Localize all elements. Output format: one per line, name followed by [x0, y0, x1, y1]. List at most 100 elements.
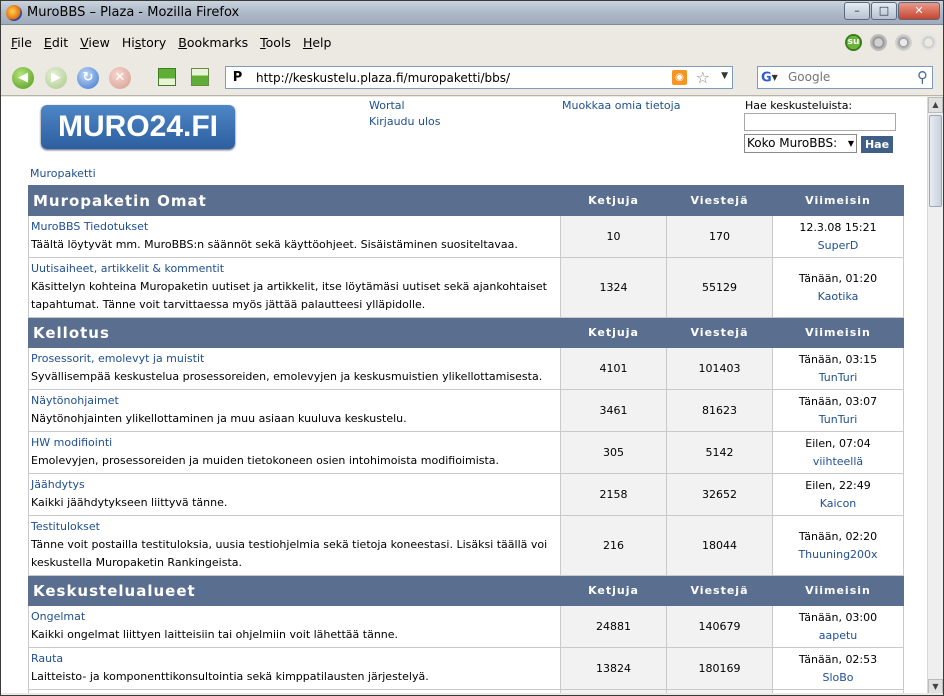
- vertical-scrollbar[interactable]: ▲ ▼: [927, 97, 943, 695]
- gear-icon[interactable]: [870, 34, 887, 51]
- section-header: Kellotus Ketjuja Viestejä Viimeisin: [28, 317, 904, 348]
- last-post: Eilen, 07:04 viihteellä: [772, 431, 904, 474]
- bookmark-star-icon[interactable]: ☆: [696, 68, 710, 87]
- last-post-user[interactable]: TunTuri: [819, 371, 858, 384]
- post-count: 32652: [666, 473, 773, 516]
- stumbleupon-icon[interactable]: su: [845, 34, 862, 51]
- search-submit-button[interactable]: Hae: [861, 136, 893, 153]
- menu-tools[interactable]: Tools: [254, 35, 297, 50]
- rss-feed-icon[interactable]: ◉: [672, 70, 687, 85]
- post-count: 140679: [666, 605, 773, 648]
- forward-button[interactable]: ▶: [45, 67, 67, 89]
- post-count: 101403: [666, 347, 773, 390]
- forum-link[interactable]: Testitulokset: [31, 520, 100, 533]
- forum-row: Rauta Laitteisto- ja komponenttikonsultoi…: [28, 647, 904, 690]
- page-content: MURO24.FI Wortal Kirjaudu ulos Muokkaa o…: [1, 97, 943, 695]
- post-count: 55129: [666, 257, 773, 318]
- reload-button[interactable]: ↻: [77, 67, 99, 89]
- section-title: Muropaketin Omat: [28, 185, 561, 216]
- menu-history[interactable]: History: [116, 35, 172, 50]
- back-button[interactable]: ◀: [12, 67, 34, 89]
- menu-view[interactable]: View: [74, 35, 116, 50]
- forum-description: Täältä löytyvät mm. MuroBBS:n säännöt se…: [31, 238, 518, 251]
- forum-description: Käsittelyn kohteina Muropaketin uutiset …: [31, 280, 547, 311]
- search-bar[interactable]: G▼ ⚲: [757, 66, 933, 89]
- minimize-button[interactable]: –: [844, 2, 870, 20]
- forum-link[interactable]: Rauta: [31, 652, 63, 665]
- last-post-user[interactable]: Thuuning200x: [798, 548, 877, 561]
- post-count: 81623: [666, 389, 773, 432]
- last-post-user[interactable]: aapetu: [819, 629, 858, 642]
- forum-cell: Rauta Laitteisto- ja komponenttikonsultoi…: [28, 647, 561, 690]
- column-header-threads: Ketjuja: [560, 185, 667, 216]
- menu-bookmarks[interactable]: Bookmarks: [172, 35, 254, 50]
- url-text[interactable]: http://keskustelu.plaza.fi/muropaketti/b…: [256, 71, 510, 85]
- maximize-button[interactable]: □: [871, 2, 897, 20]
- firefox-icon: [6, 5, 22, 21]
- navigation-toolbar: ◀ ▶ ↻ ✕ P http://keskustelu.plaza.fi/mur…: [1, 60, 943, 96]
- forum-search-input[interactable]: [744, 113, 896, 131]
- last-post-user[interactable]: SuperD: [818, 239, 859, 252]
- menu-help[interactable]: Help: [297, 35, 338, 50]
- last-post: Tänään, 03:15 TunTuri: [772, 347, 904, 390]
- last-post-user[interactable]: Kaicon: [820, 497, 857, 510]
- breadcrumb-link[interactable]: Muropaketti: [30, 167, 96, 180]
- forum-description: Kaikki ongelmat liittyen laitteisiin tai…: [31, 628, 399, 641]
- last-post: Tänään, 03:00 aapetu: [772, 605, 904, 648]
- last-post-time: 12.3.08 15:21: [799, 220, 877, 234]
- forum-description: Näytönohjainten ylikellottaminen ja muu …: [31, 412, 407, 425]
- forum-link[interactable]: Prosessorit, emolevyt ja muistit: [31, 352, 204, 365]
- forum-link[interactable]: Näytönohjaimet: [31, 394, 119, 407]
- forum-link[interactable]: HW modifiointi: [31, 436, 112, 449]
- column-header-latest: Viimeisin: [772, 575, 904, 606]
- site-logo[interactable]: MURO24.FI: [41, 105, 235, 149]
- header-links-1: Wortal Kirjaudu ulos: [369, 98, 441, 130]
- menu-edit[interactable]: Edit: [38, 35, 74, 50]
- post-count: 18044: [666, 515, 773, 576]
- forum-link[interactable]: Jäähdytys: [31, 478, 85, 491]
- column-header-threads: Ketjuja: [560, 317, 667, 348]
- google-engine-icon[interactable]: G▼: [761, 70, 783, 86]
- url-dropdown-icon[interactable]: ▼: [721, 71, 728, 81]
- close-button[interactable]: ✕: [898, 2, 940, 20]
- post-count: 5142: [666, 431, 773, 474]
- last-post-user[interactable]: TunTuri: [819, 413, 858, 426]
- forum-row: Jäähdytys Kaikki jäähdytykseen liittyvä t…: [28, 473, 904, 516]
- column-header-threads: Ketjuja: [560, 575, 667, 606]
- menu-bar: File Edit View History Bookmarks Tools Help su: [1, 25, 943, 60]
- forum-link[interactable]: Ongelmat: [31, 610, 85, 623]
- link-wortal[interactable]: Wortal: [369, 99, 405, 112]
- forum-link[interactable]: Uutisaiheet, artikkelit & kommentit: [31, 262, 224, 275]
- forum-description: Tänne voit postailla testituloksia, uusi…: [31, 538, 548, 569]
- download-toolbar-icon[interactable]: [191, 68, 209, 86]
- scroll-thumb[interactable]: [929, 115, 942, 207]
- forum-link[interactable]: MuroBBS Tiedotukset: [31, 220, 148, 233]
- last-post: Tänään, 01:20 Kaotika: [772, 257, 904, 318]
- search-scope-select[interactable]: Koko MuroBBS:: [744, 134, 857, 153]
- last-post-user[interactable]: viihteellä: [813, 455, 863, 468]
- last-post-time: Eilen, 22:49: [805, 478, 871, 492]
- last-post-user[interactable]: Kaotika: [818, 290, 859, 303]
- lock-icon[interactable]: [895, 34, 912, 51]
- stop-button[interactable]: ✕: [109, 67, 131, 89]
- column-header-posts: Viestejä: [666, 185, 773, 216]
- bookmark-toolbar-icon[interactable]: [158, 68, 176, 86]
- title-bar: MuroBBS – Plaza - Mozilla Firefox – □ ✕: [1, 1, 943, 25]
- link-logout[interactable]: Kirjaudu ulos: [369, 115, 441, 128]
- section-title: Kellotus: [28, 317, 561, 348]
- last-post-time: Tänään, 03:07: [798, 394, 878, 408]
- activity-spinner-icon: [920, 34, 937, 51]
- section-header: Muropaketin Omat Ketjuja Viestejä Viimeisin: [28, 185, 904, 216]
- search-magnifier-icon[interactable]: ⚲: [917, 68, 928, 86]
- last-post-user[interactable]: SloBo: [822, 671, 853, 684]
- scroll-up-arrow-icon[interactable]: ▲: [928, 97, 943, 113]
- forum-cell: MuroBBS Tiedotukset Täältä löytyvät mm. M…: [28, 215, 561, 258]
- thread-count: 4101: [560, 347, 667, 390]
- forum-description: Syvällisempää keskustelua prosessoreiden…: [31, 370, 543, 383]
- search-input[interactable]: [788, 70, 908, 84]
- browser-window: MuroBBS – Plaza - Mozilla Firefox – □ ✕ …: [0, 0, 944, 696]
- address-bar[interactable]: P http://keskustelu.plaza.fi/muropaketti…: [225, 66, 733, 89]
- link-edit-profile[interactable]: Muokkaa omia tietoja: [562, 99, 680, 112]
- menu-file[interactable]: File: [5, 35, 38, 50]
- forum-cell: Prosessorit, emolevyt ja muistit Syvällis…: [28, 347, 561, 390]
